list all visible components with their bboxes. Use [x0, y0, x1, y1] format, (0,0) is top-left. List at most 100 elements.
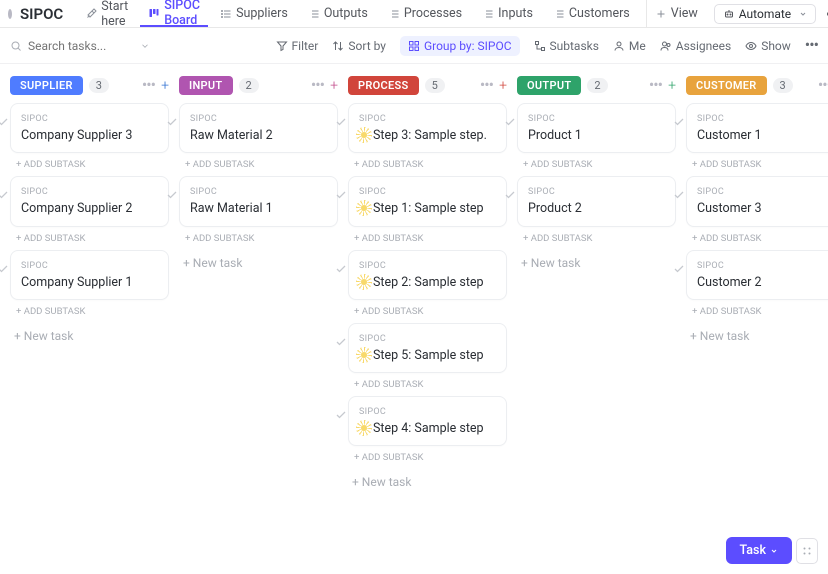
check-icon[interactable]: [0, 116, 9, 128]
check-icon[interactable]: [335, 189, 347, 201]
card[interactable]: SIPOCCustomer 3: [686, 176, 828, 226]
filter-button[interactable]: Filter: [276, 39, 319, 53]
add-subtask-button[interactable]: + ADD SUBTASK: [10, 233, 169, 244]
card-category: SIPOC: [528, 187, 665, 197]
add-subtask-button[interactable]: + ADD SUBTASK: [348, 379, 507, 390]
me-button[interactable]: Me: [613, 39, 646, 53]
add-subtask-button[interactable]: + ADD SUBTASK: [10, 159, 169, 170]
column-badge[interactable]: SUPPLIER: [10, 76, 83, 95]
add-subtask-button[interactable]: + ADD SUBTASK: [348, 233, 507, 244]
task-fab-label: Task: [740, 543, 767, 558]
card-category: SIPOC: [359, 114, 496, 124]
column-menu-icon[interactable]: •••: [311, 81, 324, 91]
check-icon[interactable]: [673, 116, 685, 128]
check-icon[interactable]: [335, 336, 347, 348]
tab-processes[interactable]: Processes: [380, 0, 470, 27]
add-card-icon[interactable]: +: [668, 78, 676, 94]
tab-suppliers[interactable]: Suppliers: [212, 0, 296, 27]
column-input: INPUT2•••+SIPOCRaw Material 2+ ADD SUBTA…: [179, 74, 338, 276]
card[interactable]: SIPOCCompany Supplier 2: [10, 176, 169, 226]
group-by-button[interactable]: Group by: SIPOC: [400, 36, 520, 56]
column-menu-icon[interactable]: •••: [649, 81, 662, 91]
new-task-button[interactable]: + New task: [348, 469, 507, 495]
add-card-icon[interactable]: +: [499, 78, 507, 94]
new-task-fab[interactable]: Task: [726, 537, 793, 564]
card[interactable]: SIPOCStep 1: Sample step: [348, 176, 507, 226]
check-icon[interactable]: [335, 116, 347, 128]
column-menu-icon[interactable]: •••: [818, 81, 828, 91]
tab-inputs[interactable]: Inputs: [474, 0, 541, 27]
add-subtask-button[interactable]: + ADD SUBTASK: [348, 452, 507, 463]
add-subtask-button[interactable]: + ADD SUBTASK: [686, 159, 828, 170]
add-subtask-button[interactable]: + ADD SUBTASK: [179, 233, 338, 244]
check-icon[interactable]: [0, 263, 9, 275]
add-subtask-button[interactable]: + ADD SUBTASK: [179, 159, 338, 170]
check-icon[interactable]: [673, 263, 685, 275]
board-icon: [148, 7, 160, 19]
card[interactable]: SIPOCStep 4: Sample step: [348, 396, 507, 446]
subtasks-button[interactable]: Subtasks: [534, 39, 599, 53]
tab-customers[interactable]: Customers: [545, 0, 638, 27]
show-button[interactable]: Show: [745, 39, 791, 53]
add-subtask-button[interactable]: + ADD SUBTASK: [686, 233, 828, 244]
add-subtask-button[interactable]: + ADD SUBTASK: [517, 233, 676, 244]
column-badge[interactable]: CUSTOMER: [686, 76, 767, 95]
card[interactable]: SIPOCCompany Supplier 1: [10, 250, 169, 300]
card[interactable]: SIPOCCompany Supplier 3: [10, 103, 169, 153]
card-title: Company Supplier 1: [21, 275, 132, 291]
check-icon[interactable]: [504, 189, 516, 201]
card[interactable]: SIPOCCustomer 2: [686, 250, 828, 300]
show-label: Show: [761, 39, 791, 53]
check-icon[interactable]: [673, 189, 685, 201]
new-task-button[interactable]: + New task: [517, 250, 676, 276]
card[interactable]: SIPOCCustomer 1: [686, 103, 828, 153]
add-subtask-button[interactable]: + ADD SUBTASK: [10, 306, 169, 317]
card[interactable]: SIPOCStep 3: Sample step.: [348, 103, 507, 153]
robot-icon: [723, 8, 735, 20]
check-icon[interactable]: [166, 116, 178, 128]
add-subtask-button[interactable]: + ADD SUBTASK: [686, 306, 828, 317]
record-button[interactable]: [796, 538, 818, 564]
tab-start-here[interactable]: Start here: [77, 0, 136, 27]
sort-button[interactable]: Sort by: [332, 39, 386, 53]
tab-label: View: [671, 6, 698, 21]
card[interactable]: SIPOCProduct 1: [517, 103, 676, 153]
check-icon[interactable]: [0, 189, 9, 201]
share-button[interactable]: Share: [820, 7, 828, 21]
new-task-button[interactable]: + New task: [686, 323, 828, 349]
new-task-button[interactable]: + New task: [10, 323, 169, 349]
chevron-down-icon[interactable]: [140, 41, 150, 51]
column-badge[interactable]: OUTPUT: [517, 76, 581, 95]
card[interactable]: SIPOCRaw Material 1: [179, 176, 338, 226]
column-badge[interactable]: PROCESS: [348, 76, 419, 95]
check-icon[interactable]: [335, 409, 347, 421]
tab-sipoc-board[interactable]: SIPOC Board: [140, 0, 208, 27]
check-icon[interactable]: [166, 189, 178, 201]
assignees-button[interactable]: Assignees: [660, 39, 731, 53]
board: SUPPLIER3•••+SIPOCCompany Supplier 3+ AD…: [0, 64, 828, 574]
new-task-button[interactable]: + New task: [179, 250, 338, 276]
search-box[interactable]: [10, 39, 150, 53]
tab-add-view[interactable]: View: [646, 0, 706, 27]
check-icon[interactable]: [504, 116, 516, 128]
column-menu-icon[interactable]: •••: [480, 81, 493, 91]
add-card-icon[interactable]: +: [161, 78, 169, 94]
tab-outputs[interactable]: Outputs: [300, 0, 376, 27]
add-card-icon[interactable]: +: [330, 78, 338, 94]
automate-button[interactable]: Automate: [714, 4, 816, 24]
check-icon[interactable]: [335, 263, 347, 275]
more-button[interactable]: •••: [805, 41, 818, 51]
card[interactable]: SIPOCStep 2: Sample step: [348, 250, 507, 300]
card[interactable]: SIPOCProduct 2: [517, 176, 676, 226]
column-menu-icon[interactable]: •••: [142, 81, 155, 91]
search-input[interactable]: [28, 39, 118, 53]
column-process: PROCESS5•••+SIPOCStep 3: Sample step.+ A…: [348, 74, 507, 495]
sun-icon: [359, 423, 369, 433]
card[interactable]: SIPOCStep 5: Sample step: [348, 323, 507, 373]
add-subtask-button[interactable]: + ADD SUBTASK: [348, 159, 507, 170]
grid-icon: [801, 545, 813, 557]
card[interactable]: SIPOCRaw Material 2: [179, 103, 338, 153]
column-badge[interactable]: INPUT: [179, 76, 233, 95]
add-subtask-button[interactable]: + ADD SUBTASK: [348, 306, 507, 317]
add-subtask-button[interactable]: + ADD SUBTASK: [517, 159, 676, 170]
